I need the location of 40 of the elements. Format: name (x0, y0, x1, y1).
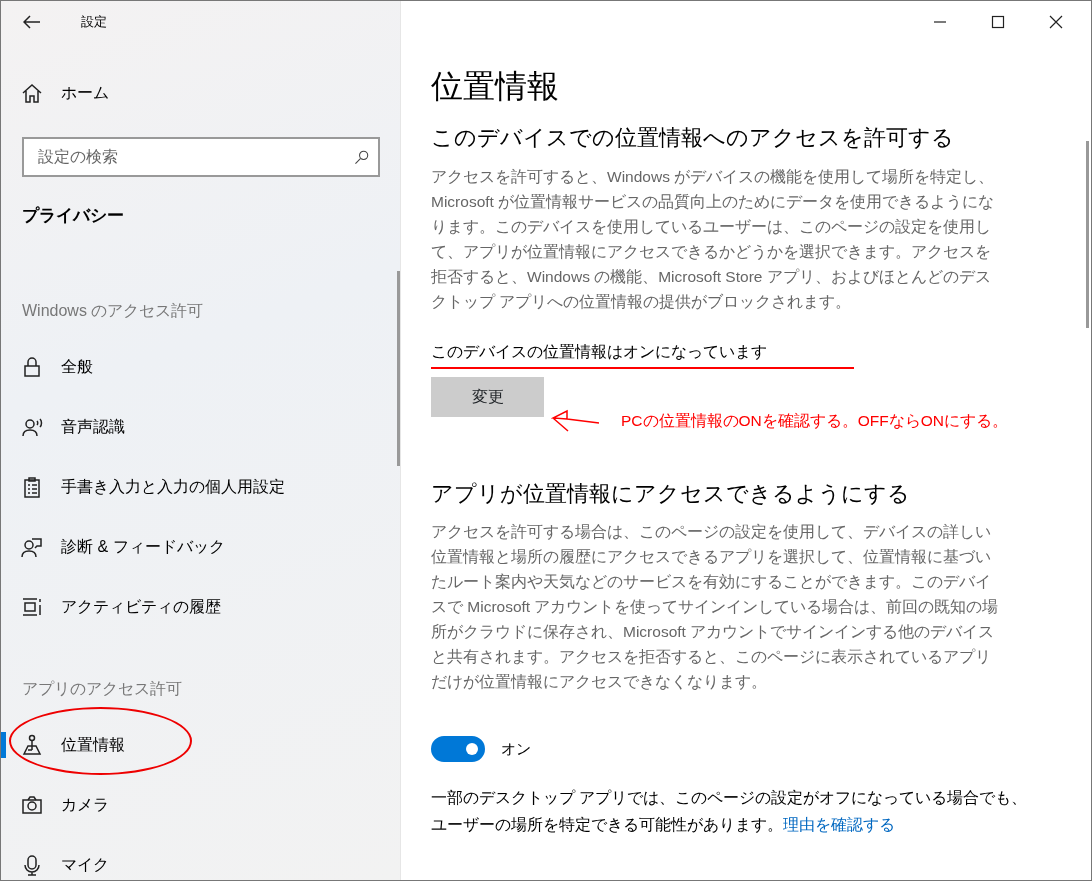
search-field[interactable]: 設定の検索 (22, 137, 380, 177)
section-title: プライバシー (22, 205, 125, 227)
section-heading: このデバイスでの位置情報へのアクセスを許可する (431, 125, 955, 152)
status-text: このデバイスの位置情報はオンになっています (431, 341, 768, 362)
sidebar-item[interactable]: 位置情報 (1, 714, 400, 775)
sidebar-item[interactable]: 全般 (1, 336, 400, 397)
change-button[interactable]: 変更 (431, 376, 544, 417)
description-text: アクセスを許可する場合は、このページの設定を使用して、デバイスの詳しい位置情報と場所の履歴にアクセスできるアプリを選択して、位置情報に基づいたルート案内や天気などのサービスを有効にすることができます。このデバイスで Microsoft アカウントを使ってサインインしている場合は、前回の既知の場所がクラウドに保存され、Microsoft アカウントでサインインする他のデバイスと共有されます。アクセスを拒否すると、このページに表示されているアプリだけが位置情報にアクセスできなくなります。 (431, 522, 999, 693)
toggle-switch[interactable] (431, 736, 485, 763)
pin-icon (21, 733, 43, 756)
person-sound-icon (21, 415, 43, 438)
microphone-icon (21, 853, 43, 876)
reason-link[interactable]: 理由を確認する (783, 816, 895, 834)
description-text: アクセスを許可すると、Windows がデバイスの機能を使用して場所を特定し、Microsoft が位置情報サービスの品質向上のためにデータを使用できるようになります。このデバイスを使用しているユーザーは、このページの設定を使用して、アプリが位置情報にアクセスできるかどうかを選択できます。アクセスを拒否すると、Windows の機能、Microsoft Store アプリ、およびほとんどのデスクトップ アプリへの位置情報の提供がブロックされます。 (431, 166, 996, 312)
maximize-icon (991, 15, 1005, 29)
note-text: 一部のデスクトップ アプリでは、このページの設定がオフになっている場合でも、ユーザーの場所を特定できる可能性があります。理由を確認する (431, 788, 1029, 836)
sidebar-item[interactable]: アクティビティの履歴 (1, 576, 400, 637)
clipboard-icon (21, 475, 43, 498)
timeline-icon (21, 595, 43, 618)
home-nav-item[interactable]: ホーム (1, 63, 400, 123)
page-title: 位置情報 (431, 67, 560, 106)
sidebar-item[interactable]: 診断 & フィードバック (1, 516, 400, 577)
person-message-icon (21, 535, 43, 558)
annotation-arrow (551, 409, 601, 433)
camera-icon (21, 793, 43, 816)
lock-icon (21, 355, 43, 378)
sidebar-item[interactable]: 音声認識 (1, 396, 400, 457)
window-title: 設定 (81, 13, 107, 32)
section-heading: アプリが位置情報にアクセスできるようにする (431, 480, 911, 508)
minimize-icon (933, 21, 947, 23)
search-icon (353, 148, 371, 166)
sidebar-item[interactable]: カメラ (1, 774, 400, 835)
sidebar-item[interactable]: マイク (1, 834, 400, 881)
sidebar-item[interactable]: 手書き入力と入力の個人用設定 (1, 456, 400, 517)
annotation-text: PCの位置情報のONを確認する。OFFならONにする。 (621, 411, 1009, 432)
toggle-label: オン (501, 738, 531, 759)
home-icon (21, 82, 43, 104)
close-icon (1049, 15, 1063, 29)
group-heading: Windows のアクセス許可 (22, 300, 205, 321)
group-heading: アプリのアクセス許可 (22, 678, 183, 699)
